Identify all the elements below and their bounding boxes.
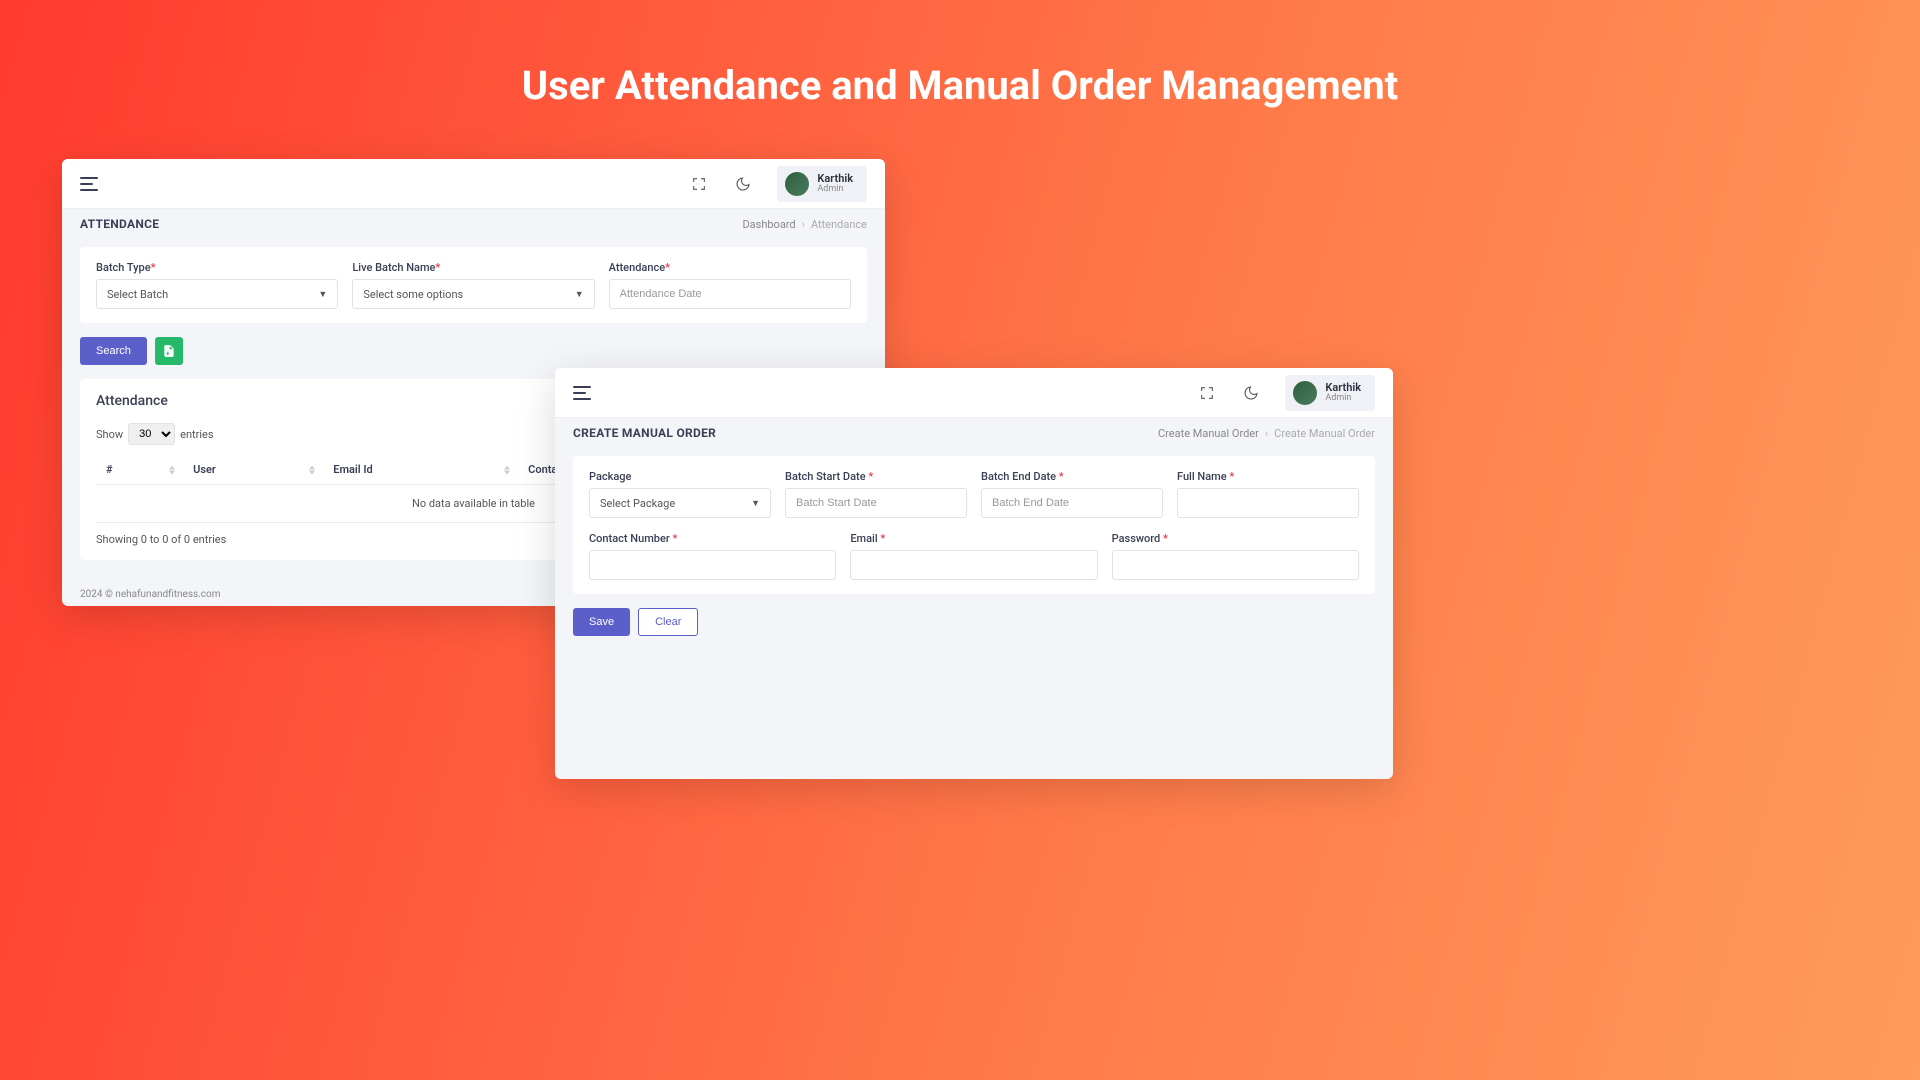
email-label: Email * <box>850 532 1097 545</box>
package-label: Package <box>589 470 771 483</box>
batch-start-input[interactable] <box>785 488 967 518</box>
batch-type-label: Batch Type* <box>96 261 338 274</box>
live-batch-select[interactable]: Select some options▼ <box>352 279 594 309</box>
clear-button[interactable]: Clear <box>638 608 698 636</box>
attendance-date-input[interactable] <box>609 279 851 309</box>
user-badge[interactable]: Karthik Admin <box>777 166 867 202</box>
menu-icon[interactable] <box>573 386 591 400</box>
fullscreen-icon[interactable] <box>1193 379 1221 407</box>
package-select[interactable]: Select Package▼ <box>589 488 771 518</box>
password-input[interactable] <box>1112 550 1359 580</box>
th-index[interactable]: # <box>96 455 183 485</box>
chevron-right-icon: › <box>1265 427 1268 440</box>
export-button[interactable] <box>155 337 183 365</box>
avatar <box>1293 381 1317 405</box>
search-button[interactable]: Search <box>80 337 147 365</box>
chevron-down-icon: ▼ <box>751 498 760 509</box>
chevron-down-icon: ▼ <box>575 289 584 300</box>
topbar: Karthik Admin <box>62 159 885 209</box>
footer-text: 2024 © nehafunandfitness.com <box>80 589 221 600</box>
contact-input[interactable] <box>589 550 836 580</box>
email-input[interactable] <box>850 550 1097 580</box>
batch-start-label: Batch Start Date * <box>785 470 967 483</box>
batch-end-input[interactable] <box>981 488 1163 518</box>
full-name-label: Full Name * <box>1177 470 1359 483</box>
attendance-label: Attendance* <box>609 261 851 274</box>
user-role: Admin <box>817 185 853 195</box>
section-title: CREATE MANUAL ORDER <box>573 426 716 440</box>
section-title: ATTENDANCE <box>80 217 159 231</box>
breadcrumb: Dashboard › Attendance <box>742 218 867 231</box>
th-user[interactable]: User <box>183 455 323 485</box>
breadcrumb-item: Create Manual Order <box>1274 427 1375 440</box>
chevron-down-icon: ▼ <box>318 289 327 300</box>
batch-type-select[interactable]: Select Batch▼ <box>96 279 338 309</box>
breadcrumb-item[interactable]: Create Manual Order <box>1158 427 1259 440</box>
topbar: Karthik Admin <box>555 368 1393 418</box>
user-badge[interactable]: Karthik Admin <box>1285 375 1375 411</box>
moon-icon[interactable] <box>1237 379 1265 407</box>
th-email[interactable]: Email Id <box>323 455 518 485</box>
moon-icon[interactable] <box>729 170 757 198</box>
entries-select[interactable]: 30 <box>128 423 175 445</box>
full-name-input[interactable] <box>1177 488 1359 518</box>
breadcrumb-item[interactable]: Dashboard <box>742 218 795 231</box>
user-name: Karthik <box>1325 382 1361 394</box>
user-role: Admin <box>1325 394 1361 404</box>
chevron-right-icon: › <box>802 218 805 231</box>
menu-icon[interactable] <box>80 177 98 191</box>
breadcrumb: Create Manual Order › Create Manual Orde… <box>1158 427 1375 440</box>
contact-label: Contact Number * <box>589 532 836 545</box>
file-export-icon <box>162 344 176 358</box>
password-label: Password * <box>1112 532 1359 545</box>
save-button[interactable]: Save <box>573 608 630 636</box>
user-name: Karthik <box>817 173 853 185</box>
fullscreen-icon[interactable] <box>685 170 713 198</box>
page-title: User Attendance and Manual Order Managem… <box>0 0 1920 109</box>
breadcrumb-item: Attendance <box>811 218 867 231</box>
live-batch-label: Live Batch Name* <box>352 261 594 274</box>
batch-end-label: Batch End Date * <box>981 470 1163 483</box>
avatar <box>785 172 809 196</box>
create-order-panel: Karthik Admin CREATE MANUAL ORDER Create… <box>555 368 1393 779</box>
